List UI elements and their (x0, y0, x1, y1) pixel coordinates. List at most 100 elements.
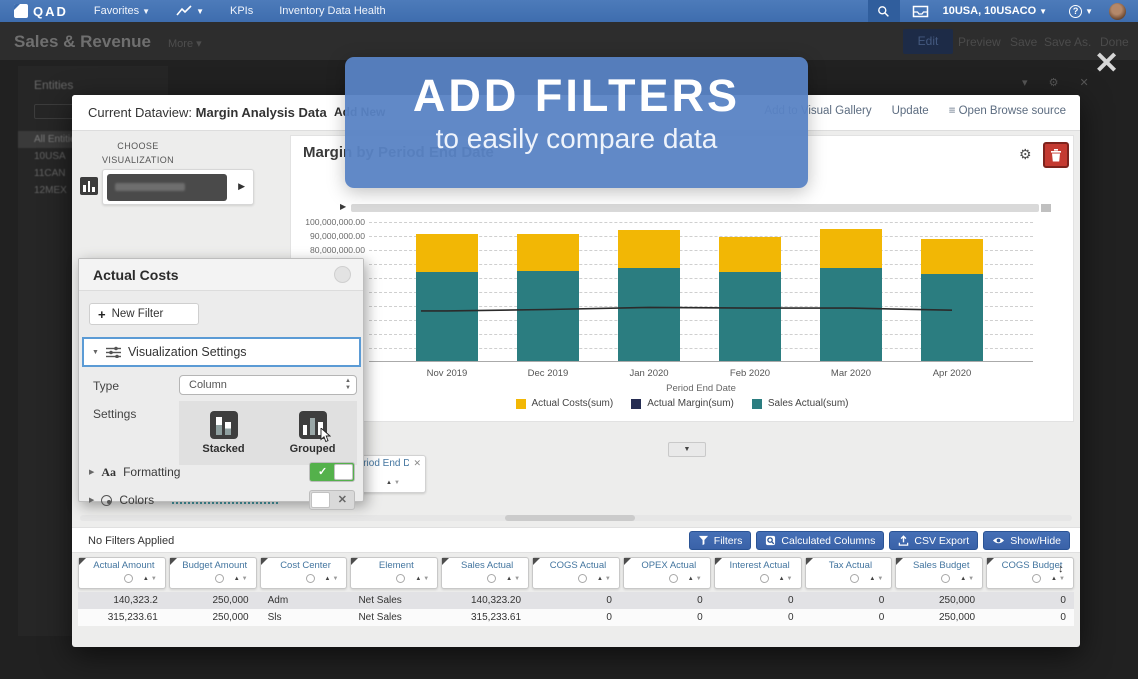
sort-up-icon[interactable]: ▲ (415, 576, 421, 582)
column-options-icon[interactable] (487, 574, 496, 583)
sort-up-icon[interactable]: ▲ (960, 576, 966, 582)
sort-down-icon[interactable]: ▼ (514, 576, 520, 582)
column-name: Budget Amount (178, 560, 252, 571)
column-header-card[interactable]: Tax Actual ▲ ▼ (805, 557, 893, 589)
inbox-button[interactable] (912, 5, 929, 18)
panel-window-controls[interactable]: ▾ ⚙ ✕ (1022, 76, 1098, 89)
sort-down-icon[interactable]: ▼ (877, 576, 883, 582)
table-row[interactable]: 140,323.2250,000AdmNet Sales140,323.2000… (78, 592, 1074, 609)
stacked-option[interactable]: Stacked (179, 401, 268, 465)
edit-button[interactable]: Edit (903, 29, 953, 54)
filters-button[interactable]: Filters (689, 531, 752, 550)
nav-inventory-data-health[interactable]: Inventory Data Health (279, 5, 385, 17)
colors-toggle[interactable]: ✕ (309, 490, 355, 510)
preview-button[interactable]: Preview (958, 35, 1001, 49)
popup-option-circle[interactable] (334, 266, 351, 283)
scrollbar-handle[interactable] (505, 515, 635, 521)
sort-down-icon[interactable]: ▼ (423, 576, 429, 582)
sort-down-icon[interactable]: ▼ (968, 576, 974, 582)
formatting-section[interactable]: ▶ Aa Formatting ✓ (89, 461, 355, 483)
expand-arrow-icon[interactable]: ▶ (238, 181, 245, 192)
remove-field-icon[interactable]: ✕ (413, 458, 421, 469)
sort-down-icon[interactable]: ▼ (696, 576, 702, 582)
sort-up-icon[interactable]: ▲ (234, 576, 240, 582)
more-menu[interactable]: More ▾ (168, 37, 202, 50)
sort-down-icon[interactable]: ▼ (151, 576, 157, 582)
nav-analytics-menu[interactable]: ▼ (176, 5, 204, 17)
sort-up-icon[interactable]: ▲ (325, 576, 331, 582)
table-cell: 140,323.20 (441, 595, 529, 606)
csv-export-button[interactable]: CSV Export (889, 531, 978, 550)
column-header-card[interactable]: Element ▲ ▼ (350, 557, 438, 589)
sort-up-icon[interactable]: ▲ (506, 576, 512, 582)
visualization-settings-section[interactable]: ▼ Visualization Settings (82, 337, 361, 367)
column-header-card[interactable]: Cost Center ▲ ▼ (260, 557, 348, 589)
column-options-icon[interactable] (215, 574, 224, 583)
grouped-option[interactable]: Grouped (268, 401, 357, 465)
nav-favorites[interactable]: Favorites▼ (94, 5, 150, 17)
chart-type-select[interactable]: Column ▲▼ (179, 375, 357, 395)
open-browse-source-link[interactable]: ≡ Open Browse source (949, 105, 1066, 117)
column-header-card[interactable]: Interest Actual ▲ ▼ (714, 557, 802, 589)
legend-item: Actual Margin(sum) (631, 398, 734, 409)
help-button[interactable]: ? (1069, 5, 1082, 18)
formatting-toggle[interactable]: ✓ (309, 462, 355, 482)
sort-up-icon[interactable]: ▲ (779, 576, 785, 582)
scroll-left-icon[interactable]: ▶ (340, 202, 346, 211)
sort-down-icon[interactable]: ▼ (332, 576, 338, 582)
sort-up-icon[interactable]: ▲ (597, 576, 603, 582)
column-options-icon[interactable] (124, 574, 133, 583)
close-icon[interactable]: ✕ (1094, 46, 1119, 81)
sort-down-icon[interactable]: ▼ (605, 576, 611, 582)
delete-chart-button[interactable] (1043, 142, 1069, 168)
column-header-card[interactable]: Sales Actual ▲ ▼ (441, 557, 529, 589)
legend-swatch (752, 399, 762, 409)
save-as-button[interactable]: Save As. (1044, 35, 1091, 49)
search-button[interactable] (868, 0, 900, 22)
show-hide-button[interactable]: Show/Hide (983, 531, 1070, 550)
selected-visualization[interactable] (107, 174, 227, 201)
chart-horizontal-scrollbar[interactable] (351, 204, 1039, 212)
nav-kpis[interactable]: KPIs (230, 5, 253, 17)
column-options-icon[interactable] (760, 574, 769, 583)
save-button[interactable]: Save (1010, 35, 1037, 49)
column-header-card[interactable]: Sales Budget ▲ ▼ (895, 557, 983, 589)
sort-down-icon[interactable]: ▼ (787, 576, 793, 582)
sort-down-icon[interactable]: ▼ (394, 480, 400, 486)
table-row[interactable]: 315,233.61250,000SlsNet Sales315,233.610… (78, 609, 1074, 626)
column-header-card[interactable]: Budget Amount ▲ ▼ (169, 557, 257, 589)
column-options-icon[interactable] (396, 574, 405, 583)
column-resize-icon[interactable]: ↕ (1058, 563, 1064, 575)
sort-down-icon[interactable]: ▼ (1059, 576, 1065, 582)
collapse-chart-button[interactable]: ▼ (668, 442, 706, 457)
column-options-icon[interactable] (669, 574, 678, 583)
update-link[interactable]: Update (892, 105, 929, 117)
column-options-icon[interactable] (306, 574, 315, 583)
sort-up-icon[interactable]: ▲ (1051, 576, 1057, 582)
bottom-horizontal-scrollbar[interactable] (80, 515, 1072, 521)
column-options-icon[interactable] (578, 574, 587, 583)
scrollbar-end[interactable] (1041, 204, 1051, 212)
sort-up-icon[interactable]: ▲ (869, 576, 875, 582)
sort-up-icon[interactable]: ▲ (386, 480, 392, 486)
new-filter-button[interactable]: + New Filter (89, 303, 199, 325)
column-header-card[interactable]: OPEX Actual ▲ ▼ (623, 557, 711, 589)
page-header: Sales & Revenue More ▾ Edit Preview Save… (0, 22, 1138, 60)
qad-logo[interactable]: QAD (14, 4, 68, 19)
colors-section[interactable]: ▶ Colors ✕ (89, 489, 355, 511)
user-avatar[interactable] (1109, 3, 1126, 20)
visualization-selector[interactable]: ▶ (102, 169, 254, 205)
sort-up-icon[interactable]: ▲ (688, 576, 694, 582)
sort-up-icon[interactable]: ▲ (143, 576, 149, 582)
mouse-cursor-icon (320, 428, 331, 443)
calculated-columns-button[interactable]: Calculated Columns (756, 531, 884, 550)
column-header-card[interactable]: COGS Actual ▲ ▼ (532, 557, 620, 589)
company-selector[interactable]: 10USA, 10USACO▼ (943, 5, 1047, 17)
gear-icon[interactable]: ⚙ (1019, 146, 1032, 163)
column-options-icon[interactable] (941, 574, 950, 583)
column-options-icon[interactable] (1032, 574, 1041, 583)
column-options-icon[interactable] (850, 574, 859, 583)
sort-down-icon[interactable]: ▼ (242, 576, 248, 582)
card-fold-icon (715, 558, 722, 565)
column-header-card[interactable]: Actual Amount ▲ ▼ (78, 557, 166, 589)
